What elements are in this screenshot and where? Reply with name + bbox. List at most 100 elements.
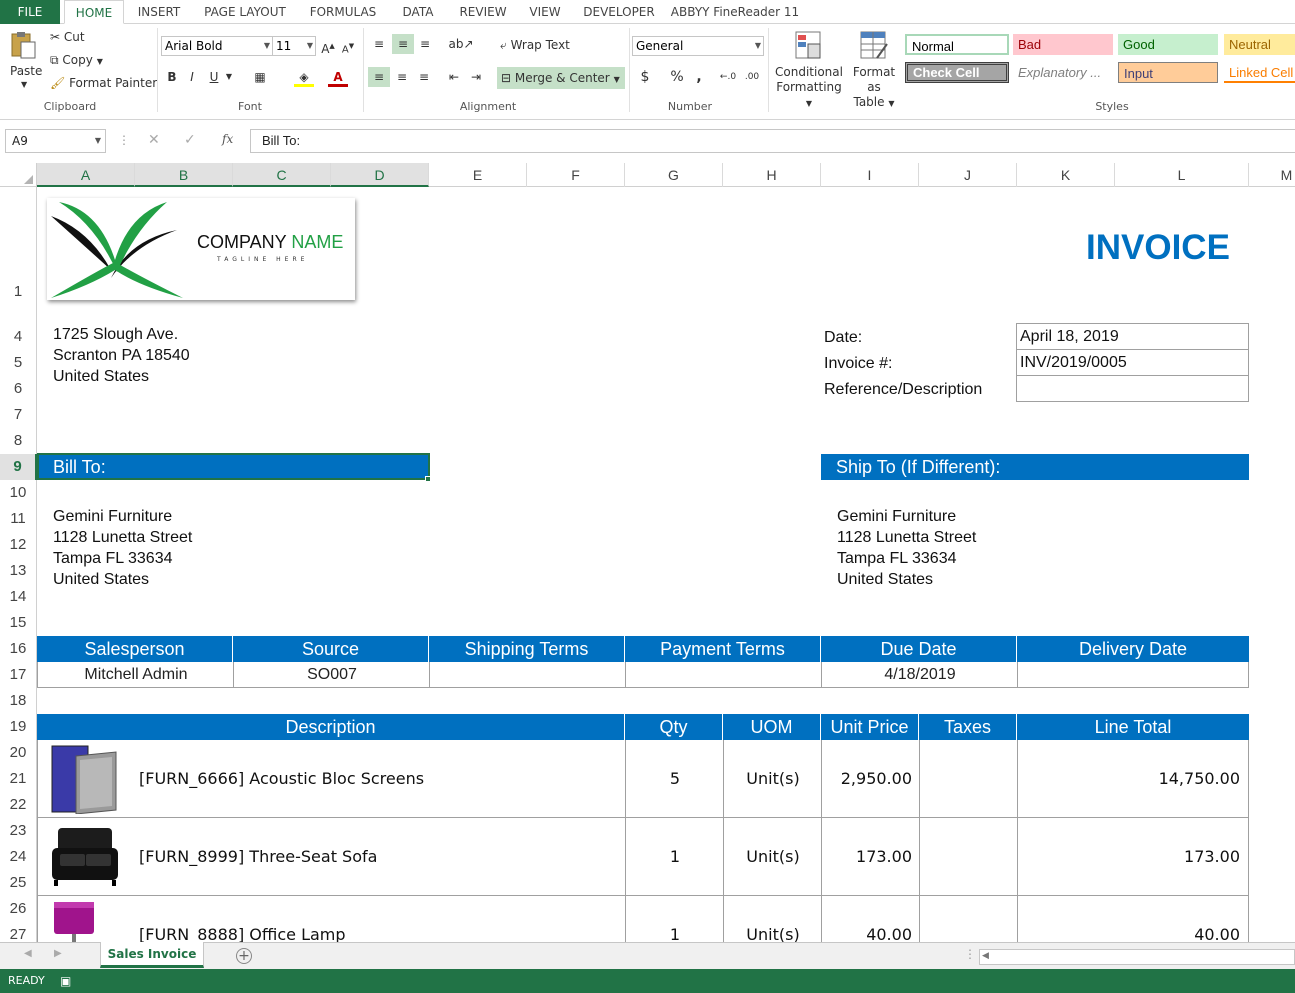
- tab-insert[interactable]: INSERT: [130, 0, 188, 24]
- bold-button[interactable]: B: [164, 67, 180, 87]
- col-header-c[interactable]: C: [233, 163, 331, 187]
- scroll-left-icon[interactable]: ◀: [24, 948, 32, 959]
- row-header[interactable]: 24: [0, 844, 37, 870]
- font-name-select[interactable]: Arial Bold ▼: [161, 36, 273, 56]
- scroll-right-icon[interactable]: ▶: [54, 948, 62, 959]
- tab-file[interactable]: FILE: [0, 0, 60, 24]
- row-header[interactable]: 27: [0, 922, 37, 942]
- row-header[interactable]: 19: [0, 714, 37, 740]
- line-item-row[interactable]: [FURN_8999] Three-Seat Sofa 1 Unit(s) 17…: [38, 818, 1248, 895]
- borders-icon[interactable]: ▦: [250, 67, 270, 87]
- conditional-formatting-button[interactable]: Conditional Formatting ▼: [774, 30, 844, 108]
- format-as-table-button[interactable]: Format as Table ▼: [845, 30, 903, 109]
- decrease-decimal-icon[interactable]: .00: [742, 67, 762, 87]
- formula-input[interactable]: Bill To:: [250, 129, 1295, 153]
- format-painter-button[interactable]: 🖌 Format Painter: [50, 76, 157, 90]
- col-header-k[interactable]: K: [1017, 163, 1115, 187]
- currency-button[interactable]: $: [636, 67, 654, 87]
- align-top-icon[interactable]: ≡: [370, 34, 388, 54]
- tab-data[interactable]: DATA: [392, 0, 444, 24]
- copy-button[interactable]: ⧉ Copy ▼: [50, 53, 103, 68]
- number-format-select[interactable]: General ▼: [632, 36, 764, 56]
- col-header-b[interactable]: B: [135, 163, 233, 187]
- row-header[interactable]: 9: [0, 454, 37, 480]
- style-explanatory[interactable]: Explanatory ...: [1013, 62, 1113, 83]
- row-header[interactable]: 20: [0, 740, 37, 766]
- cut-button[interactable]: ✂ Cut: [50, 30, 85, 44]
- due-date-value[interactable]: 4/18/2019: [822, 662, 1018, 687]
- col-header-g[interactable]: G: [625, 163, 723, 187]
- row-header[interactable]: 26: [0, 896, 37, 922]
- increase-decimal-icon[interactable]: ←.0: [718, 67, 738, 87]
- paste-button[interactable]: Paste ▼: [8, 30, 42, 92]
- col-header-a[interactable]: A: [37, 163, 135, 187]
- row-header[interactable]: 16: [0, 636, 37, 662]
- row-header[interactable]: 5: [0, 350, 37, 376]
- fill-handle[interactable]: [425, 476, 431, 482]
- style-linked-cell[interactable]: Linked Cell: [1224, 62, 1295, 83]
- row-header[interactable]: 12: [0, 532, 37, 558]
- col-header-e[interactable]: E: [429, 163, 527, 187]
- row-header[interactable]: 25: [0, 870, 37, 896]
- tab-review[interactable]: REVIEW: [452, 0, 514, 24]
- row-header[interactable]: 14: [0, 584, 37, 610]
- increase-indent-icon[interactable]: ⇥: [466, 67, 486, 87]
- col-header-i[interactable]: I: [821, 163, 919, 187]
- invoice-number-value[interactable]: INV/2019/0005: [1020, 354, 1127, 372]
- row-header[interactable]: 1: [0, 280, 37, 304]
- tab-developer[interactable]: DEVELOPER: [576, 0, 662, 24]
- line-item-row[interactable]: [FURN_8888] Office Lamp 1 Unit(s) 40.00 …: [38, 896, 1248, 942]
- payment-terms-value[interactable]: [626, 662, 822, 687]
- macro-record-icon[interactable]: ▣: [60, 969, 71, 993]
- tab-view[interactable]: VIEW: [522, 0, 568, 24]
- underline-button[interactable]: U: [206, 67, 222, 87]
- row-header[interactable]: 22: [0, 792, 37, 818]
- cancel-icon[interactable]: ✕: [148, 132, 160, 148]
- col-header-l[interactable]: L: [1115, 163, 1249, 187]
- salesperson-value[interactable]: Mitchell Admin: [38, 662, 234, 687]
- align-center-icon[interactable]: ≡: [392, 67, 412, 87]
- style-neutral[interactable]: Neutral: [1224, 34, 1295, 55]
- line-item-row[interactable]: [FURN_6666] Acoustic Bloc Screens 5 Unit…: [38, 740, 1248, 817]
- row-header[interactable]: 18: [0, 688, 37, 714]
- col-header-d[interactable]: D: [331, 163, 429, 187]
- style-normal[interactable]: Normal: [905, 34, 1009, 55]
- add-sheet-icon[interactable]: +: [236, 948, 252, 964]
- shipping-terms-value[interactable]: [430, 662, 626, 687]
- row-header[interactable]: 8: [0, 428, 37, 454]
- tab-formulas[interactable]: FORMULAS: [302, 0, 384, 24]
- col-header-h[interactable]: H: [723, 163, 821, 187]
- italic-button[interactable]: I: [184, 67, 200, 87]
- increase-font-icon[interactable]: A▲: [320, 36, 336, 56]
- percent-button[interactable]: %: [668, 67, 686, 87]
- date-value[interactable]: April 18, 2019: [1020, 328, 1119, 346]
- style-good[interactable]: Good: [1118, 34, 1218, 55]
- fx-icon[interactable]: fx: [222, 132, 233, 146]
- align-bottom-icon[interactable]: ≡: [416, 34, 434, 54]
- tab-abbyy[interactable]: ABBYY FineReader 11: [670, 0, 800, 24]
- merge-center-button[interactable]: ⊟ Merge & Center ▼: [497, 67, 625, 89]
- name-box[interactable]: A9 ▼: [5, 129, 106, 153]
- col-header-m[interactable]: M: [1249, 163, 1295, 187]
- horizontal-scrollbar[interactable]: ◀: [979, 949, 1295, 965]
- style-input[interactable]: Input: [1118, 62, 1218, 83]
- row-header[interactable]: 17: [0, 662, 37, 688]
- wrap-text-button[interactable]: ⤶ Wrap Text: [500, 38, 570, 53]
- row-header[interactable]: 13: [0, 558, 37, 584]
- row-header[interactable]: 11: [0, 506, 37, 532]
- decrease-indent-icon[interactable]: ⇤: [444, 67, 464, 87]
- select-all-corner[interactable]: [0, 163, 37, 187]
- tab-home[interactable]: HOME: [64, 0, 124, 24]
- scroll-left-icon[interactable]: ◀: [982, 951, 989, 961]
- source-value[interactable]: SO007: [234, 662, 430, 687]
- row-header[interactable]: 23: [0, 818, 37, 844]
- col-header-f[interactable]: F: [527, 163, 625, 187]
- row-header[interactable]: 7: [0, 402, 37, 428]
- align-right-icon[interactable]: ≡: [414, 67, 434, 87]
- decrease-font-icon[interactable]: A▼: [340, 36, 356, 56]
- col-header-j[interactable]: J: [919, 163, 1017, 187]
- row-header[interactable]: 4: [0, 324, 37, 350]
- align-left-icon[interactable]: ≡: [368, 67, 390, 87]
- style-check-cell[interactable]: Check Cell: [905, 62, 1009, 83]
- font-color-icon[interactable]: A: [328, 67, 348, 87]
